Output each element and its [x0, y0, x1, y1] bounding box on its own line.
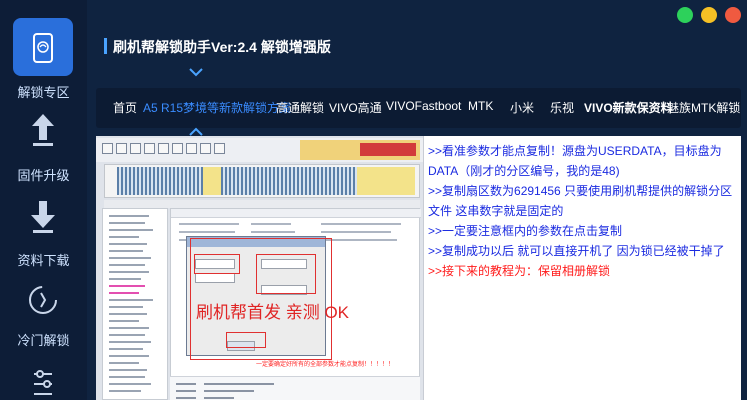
tutorial-screenshot: 刷机帮首发 亲测 OK 一定要确定好所有的全部参数才能点复制！！！！！	[96, 136, 424, 400]
minimize-button[interactable]	[701, 7, 717, 23]
partition-bar	[104, 200, 420, 208]
instruction-item: >>一定要注意框内的参数在点击复制	[428, 224, 623, 238]
phone-lock-icon	[33, 33, 53, 63]
sidebar-item-unlock[interactable]: 解锁专区	[0, 18, 87, 100]
tab-qualcomm[interactable]: 高通解锁	[276, 99, 324, 116]
tab-letv[interactable]: 乐视	[550, 99, 574, 116]
tab-mtk[interactable]: MTK	[468, 99, 493, 113]
download-arrow-icon	[31, 201, 55, 233]
tab-xiaomi[interactable]: 小米	[510, 99, 534, 116]
tab-meizu-mtk[interactable]: 魅族MTK解锁	[667, 99, 740, 116]
sidebar-item-firmware[interactable]: 固件升级	[0, 110, 87, 186]
sidebar-item-label: 固件升级	[17, 168, 70, 183]
disk-map	[104, 164, 420, 198]
warning-note: 一定要确定好所有的全部参数才能点复制！！！！！	[256, 362, 395, 368]
instruction-item: >>看准参数才能点复制！源盘为USERDATA，目标盘为DATA（刚才的分区编号…	[428, 144, 722, 178]
sidebar-item-download[interactable]: 资料下载	[0, 198, 87, 274]
partition-tree	[102, 208, 168, 400]
chevron-down-icon[interactable]	[189, 67, 203, 77]
info-panel	[170, 376, 420, 400]
title-accent-bar	[104, 38, 107, 54]
tab-vivo-new[interactable]: VIVO新款保资料	[584, 99, 673, 116]
refresh-circle-icon	[29, 286, 57, 314]
nav-tabs: 首页 A5 R15梦境等新款解锁方案 高通解锁 VIVO高通 VIVOFastb…	[96, 88, 741, 128]
tab-a5-r15[interactable]: A5 R15梦境等新款解锁方案	[143, 99, 291, 116]
sidebar: 解锁专区 固件升级 资料下载 冷门解锁	[0, 0, 87, 400]
app-title: 刷机帮解锁助手Ver:2.4 解锁增强版	[113, 39, 331, 55]
instruction-notes: >>看准参数才能点复制！源盘为USERDATA，目标盘为DATA（刚才的分区编号…	[426, 139, 738, 397]
tab-home[interactable]: 首页	[113, 99, 137, 116]
sidebar-item-label: 资料下载	[17, 253, 70, 268]
sidebar-item-label: 解锁专区	[17, 85, 70, 100]
chevron-up-icon[interactable]	[189, 127, 203, 136]
sidebar-item-rare-unlock[interactable]: 冷门解锁	[0, 282, 87, 358]
handwritten-label: 刷机帮首发 亲测 OK	[196, 303, 350, 322]
tab-vivo-qualcomm[interactable]: VIVO高通	[329, 99, 382, 116]
instruction-item: >>复制扇区数为6291456 只要使用刷机帮提供的解锁分区文件 这串数字就是固…	[428, 184, 733, 218]
sidebar-item-settings[interactable]	[0, 364, 87, 400]
content-panel: 刷机帮首发 亲测 OK 一定要确定好所有的全部参数才能点复制！！！！！ >>看准…	[96, 136, 741, 400]
instruction-item: >>接下来的教程为：保留相册解锁	[428, 264, 611, 278]
screenshot-banner	[300, 140, 420, 160]
close-button[interactable]	[725, 7, 741, 23]
maximize-button[interactable]	[677, 7, 693, 23]
tab-vivo-fastboot[interactable]: VIVOFastboot	[386, 99, 461, 113]
settings-sliders-icon	[34, 370, 52, 395]
sidebar-item-label: 冷门解锁	[17, 333, 70, 348]
instruction-item: >>复制成功以后 就可以直接开机了 因为锁已经被干掉了	[428, 244, 725, 258]
upload-arrow-icon	[32, 114, 54, 146]
